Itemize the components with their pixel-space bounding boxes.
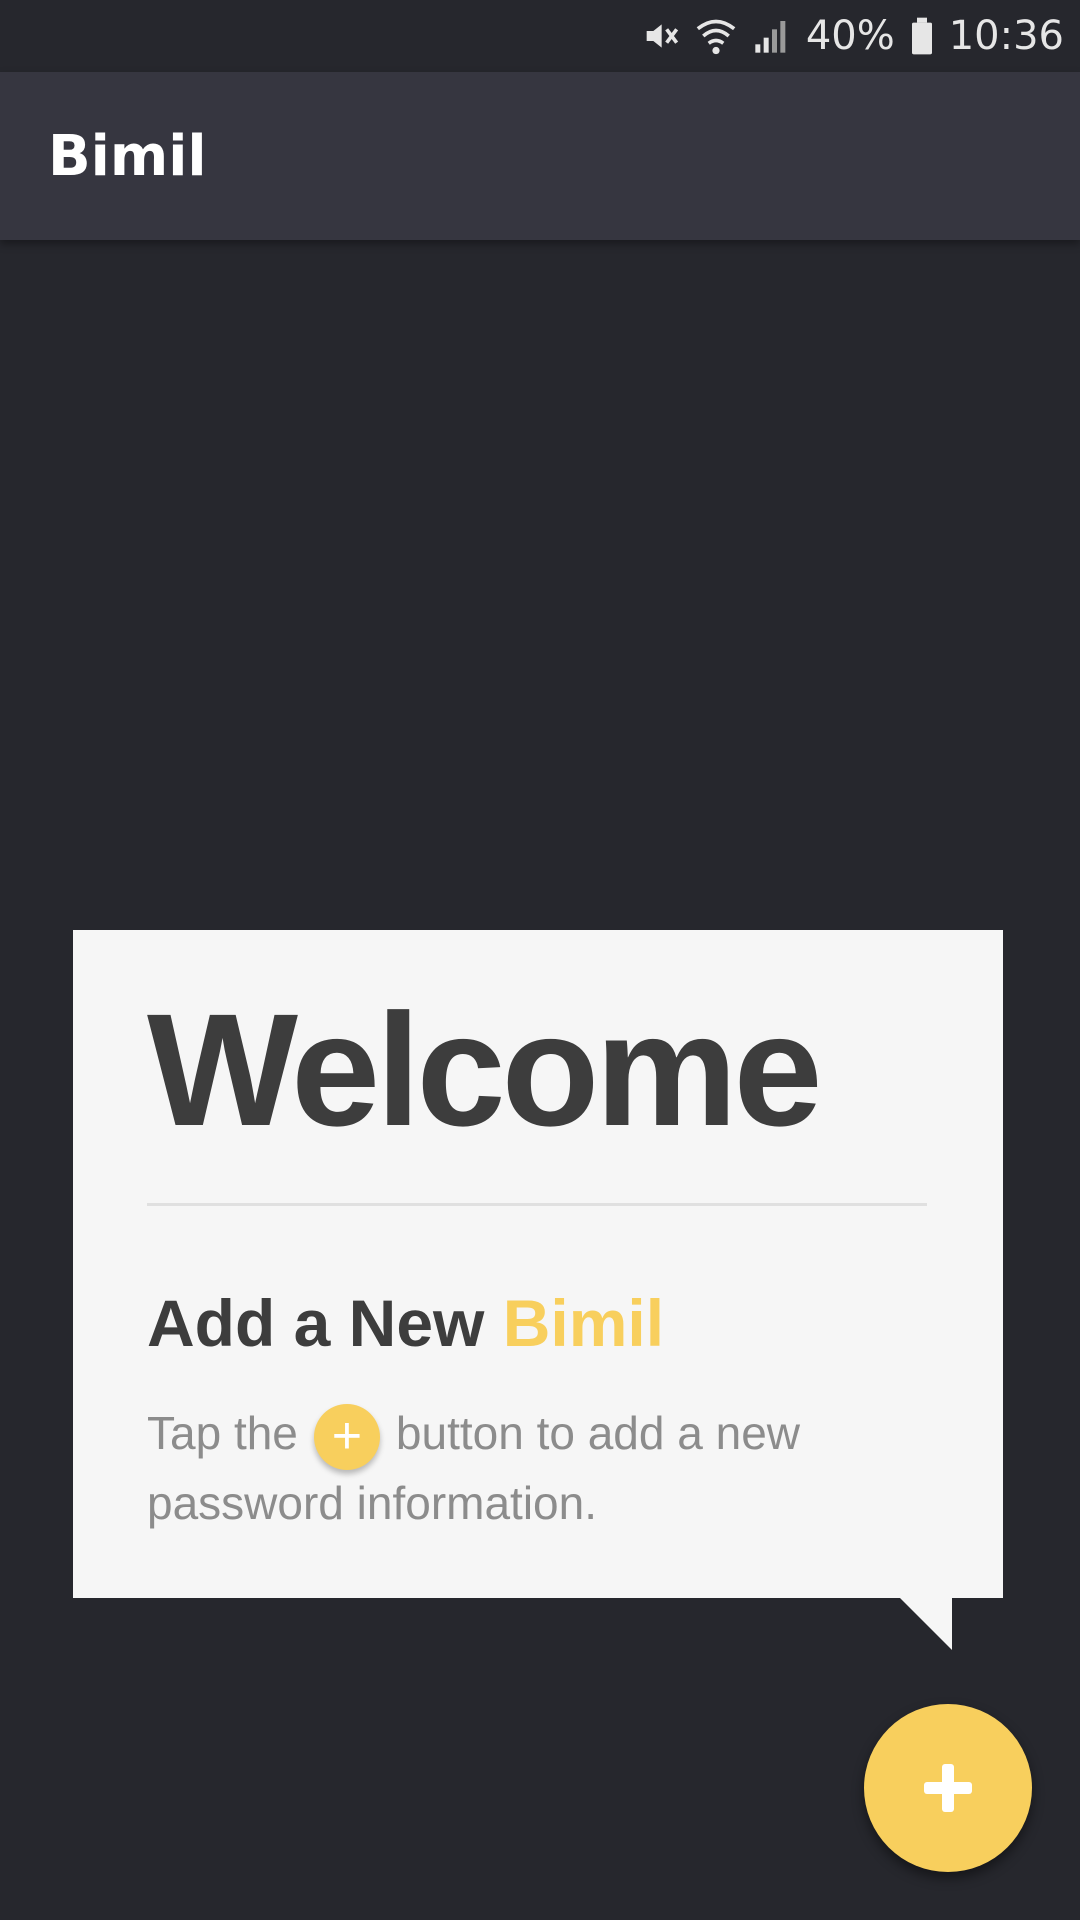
welcome-card: Welcome Add a New Bimil Tap the + button t… (73, 930, 1003, 1598)
wifi-icon (694, 16, 738, 56)
battery-icon (909, 16, 935, 56)
welcome-heading: Welcome (147, 980, 823, 1159)
card-divider (147, 1203, 927, 1206)
add-heading-accent: Bimil (502, 1286, 665, 1360)
instruction-before: Tap the (147, 1407, 298, 1459)
signal-icon (752, 16, 792, 56)
mute-icon (640, 16, 680, 56)
status-bar: 40% 10:36 (0, 0, 1080, 72)
add-bimil-button[interactable] (864, 1704, 1032, 1872)
plus-icon (924, 1764, 972, 1812)
app-title: Bimil (48, 124, 207, 189)
plus-icon: + (313, 1403, 380, 1470)
add-heading-prefix: Add a New (147, 1286, 503, 1360)
add-bimil-heading: Add a New Bimil (147, 1285, 664, 1361)
speech-bubble-tail (900, 1598, 952, 1650)
instruction-text: Tap the + button to add a new password inf… (147, 1400, 927, 1536)
status-indicators: 40% 10:36 (640, 0, 1064, 72)
battery-percentage: 40% (805, 13, 895, 59)
clock: 10:36 (948, 13, 1064, 59)
app-bar: Bimil (0, 72, 1080, 240)
